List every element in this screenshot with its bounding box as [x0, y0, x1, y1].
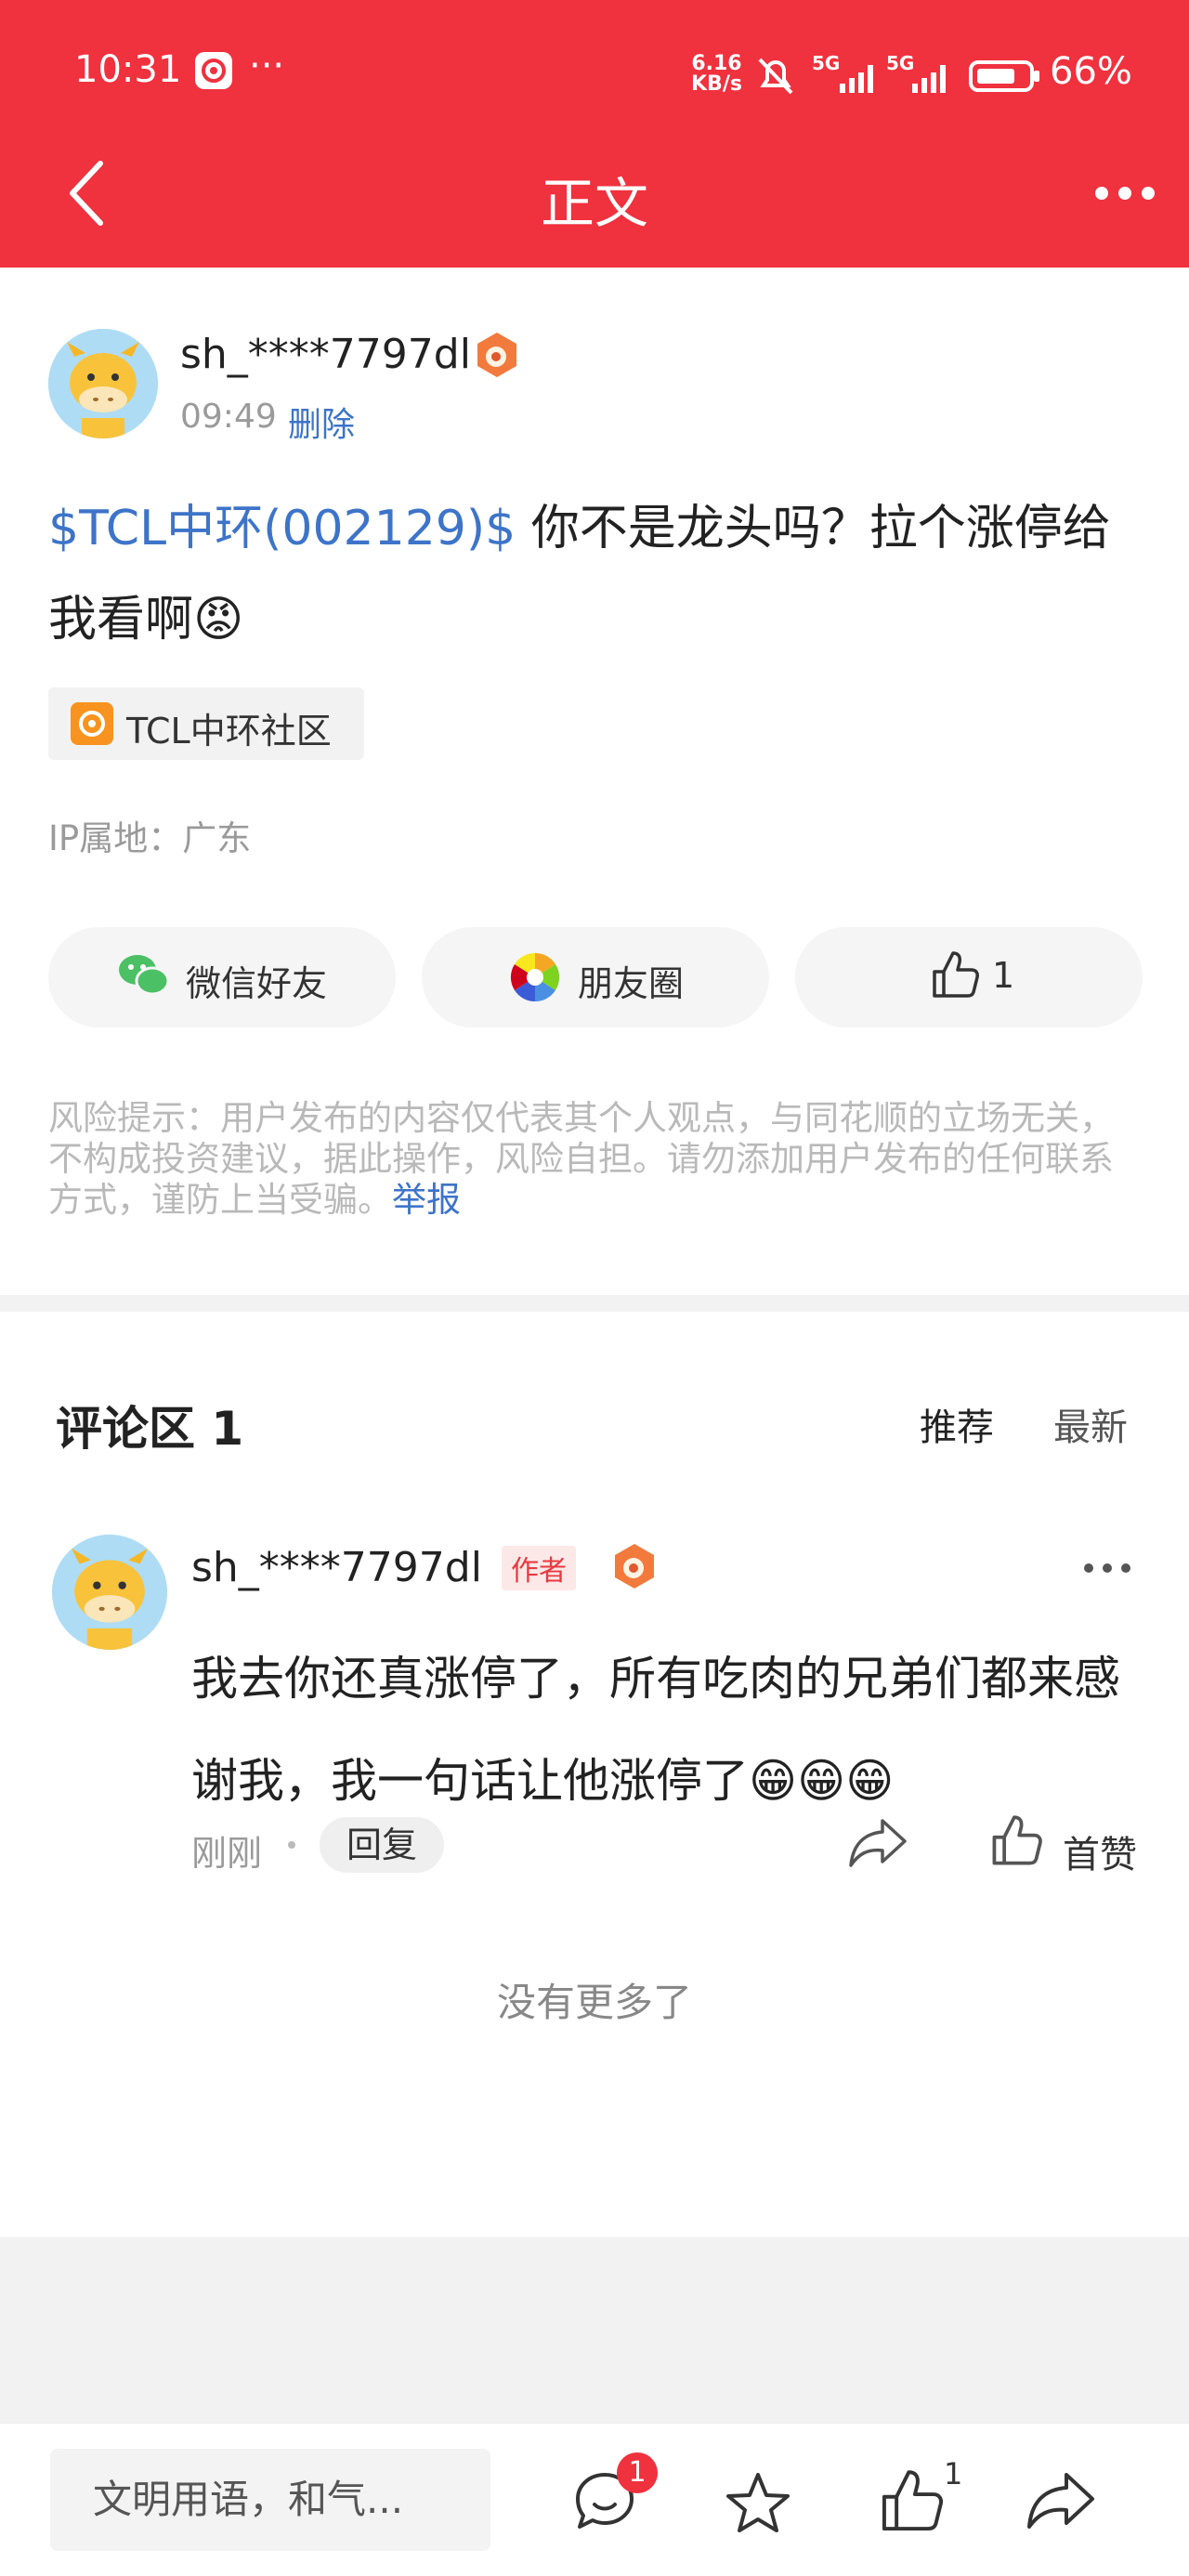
author-username[interactable]: sh_****7797dl	[180, 331, 471, 378]
page-title: 正文	[540, 172, 648, 235]
comment-share-icon[interactable]	[847, 1815, 908, 1871]
risk-notice: 风险提示：用户发布的内容仅代表其个人观点，与同花顺的立场无关，不构成投资建议，据…	[48, 1098, 1144, 1221]
like-count: 1	[992, 955, 1015, 996]
status-time: 10:31	[74, 48, 182, 91]
post-content: $TCL中环(002129)$ 你不是龙头吗？拉个涨停给我看啊😡	[48, 483, 1154, 665]
comment-like-icon[interactable]	[988, 1813, 1044, 1869]
comment-count-badge: 1	[617, 2452, 658, 2493]
post-time: 09:49	[180, 398, 277, 436]
dot-separator	[288, 1841, 295, 1849]
user-level-badge-icon	[474, 331, 520, 379]
stock-link[interactable]: $TCL中环(002129)$	[48, 501, 516, 556]
community-icon	[71, 702, 113, 745]
comment-first-like-label[interactable]: 首赞	[1063, 1824, 1137, 1878]
wechat-icon	[115, 951, 171, 1000]
delete-link[interactable]: 删除	[288, 398, 355, 446]
bottom-like-count: 1	[944, 2456, 963, 2491]
thumbs-up-icon	[929, 949, 981, 1001]
more-options-icon[interactable]	[1092, 182, 1157, 204]
author-avatar[interactable]	[48, 329, 158, 438]
risk-text: 风险提示：用户发布的内容仅代表其个人观点，与同花顺的立场无关，不构成投资建议，据…	[48, 1098, 1114, 1220]
sort-recommended-tab[interactable]: 推荐	[920, 1397, 994, 1451]
signal-icon-1	[836, 58, 881, 95]
reply-button[interactable]: 回复	[320, 1817, 444, 1873]
app-notification-icon	[195, 52, 232, 89]
moments-aperture-icon	[509, 951, 561, 1003]
author-badge: 作者	[502, 1546, 576, 1590]
share-moments-label: 朋友圈	[578, 963, 685, 1004]
ip-location: IP属地：广东	[48, 818, 252, 858]
battery-percent: 66%	[1050, 50, 1132, 93]
bottom-spacer	[0, 2237, 1189, 2423]
comments-title: 评论区 1	[56, 1402, 244, 1456]
battery-icon	[968, 58, 1042, 95]
sort-latest-tab[interactable]: 最新	[1053, 1397, 1128, 1451]
share-wechat-label: 微信好友	[186, 963, 328, 1004]
comment-avatar[interactable]	[52, 1535, 167, 1650]
community-tag-label: TCL中环社区	[126, 711, 332, 752]
net-speed: 6.16 KB/s	[691, 52, 742, 96]
status-more-dots: ···	[249, 45, 285, 87]
report-link[interactable]: 举报	[392, 1180, 461, 1220]
comment-time: 刚刚	[191, 1833, 263, 1874]
bottom-share-icon[interactable]	[1026, 2469, 1098, 2532]
signal-icon-2	[908, 58, 953, 95]
section-divider	[0, 1295, 1189, 1312]
favorite-star-icon[interactable]	[725, 2471, 791, 2536]
angry-emoji: 😡	[193, 592, 244, 647]
comment-text: 我去你还真涨停了，所有吃肉的兄弟们都来感谢我，我一句话让他涨停了😁😁😁	[191, 1652, 1120, 1808]
comment-input[interactable]: 文明用语，和气...	[50, 2449, 490, 2551]
comment-more-icon[interactable]	[1081, 1561, 1133, 1576]
comment-username[interactable]: sh_****7797dl	[191, 1544, 482, 1591]
comment-level-badge-icon	[611, 1542, 658, 1590]
no-more-text: 没有更多了	[496, 1980, 692, 2025]
bottom-like-icon[interactable]	[877, 2467, 946, 2536]
mute-bell-icon	[754, 54, 797, 97]
